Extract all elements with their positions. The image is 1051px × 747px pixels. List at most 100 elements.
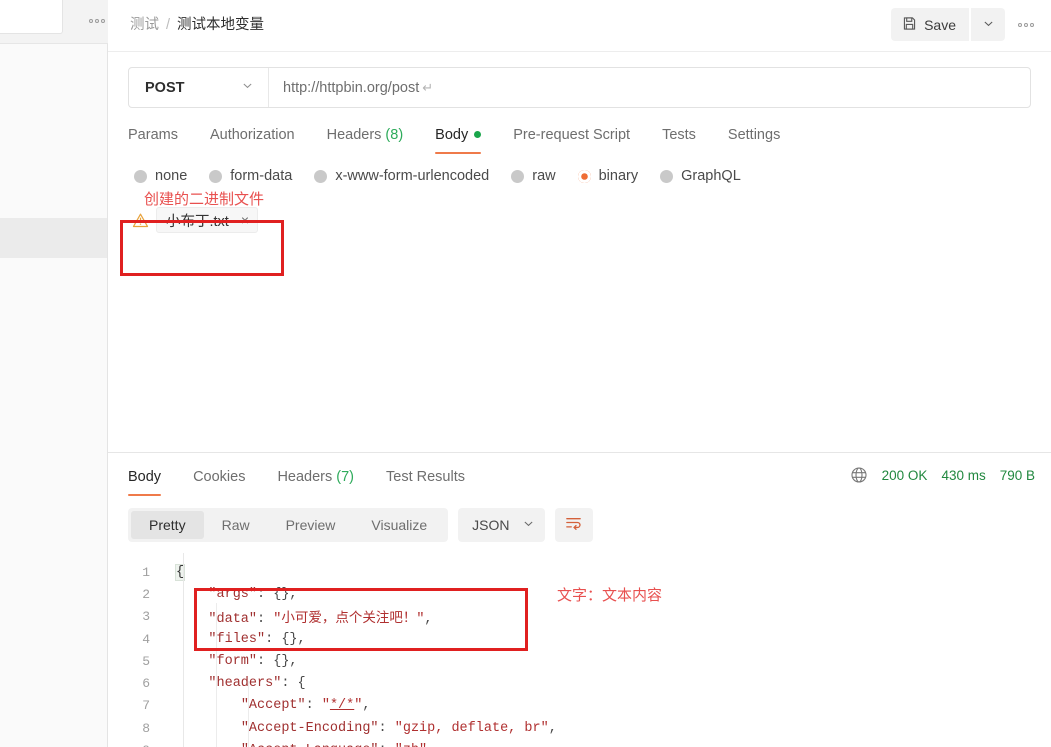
wrap-lines-button[interactable] [554,508,593,542]
annotation-label-data-field: 文字：文本内容 [557,587,663,604]
code-line: 5 "form": {}, [108,650,1051,672]
warning-triangle-icon [132,212,149,229]
code-line: 4 "files": {}, [108,628,1051,650]
tab-settings[interactable]: Settings [712,121,796,154]
body-type-graphql[interactable]: GraphQL [660,168,741,184]
status-code: 200 OK [881,467,928,483]
header-more-icon[interactable] [1011,8,1041,41]
save-button-label: Save [924,16,956,33]
line-content: "files": {}, [208,631,306,647]
http-method-select[interactable]: POST [129,68,269,107]
body-type-x-www-form-urlencoded[interactable]: x-www-form-urlencoded [314,168,489,184]
tab-label: Tests [662,127,696,143]
url-input[interactable]: http://httpbin.org/post ↵ [269,68,1030,107]
globe-icon[interactable] [850,466,868,484]
body-type-label: form-data [230,168,293,184]
radio-icon-selected [577,169,591,183]
gutter-divider [183,553,184,747]
response-tabs: Body Cookies Headers (7) Test Results 20… [108,453,1051,496]
code-line: 1 { [108,561,1051,583]
breadcrumb: 测试 / 测试本地变量 [130,15,264,35]
sidebar-list [0,44,107,747]
sidebar-more-icon[interactable] [86,12,108,30]
wrap-lines-icon [564,513,583,537]
header-actions: Save [891,8,1041,41]
tab-params[interactable]: Params [128,121,194,154]
segment-label: Visualize [371,517,428,533]
chevron-down-icon [522,517,535,533]
segment-label: Pretty [149,517,186,533]
body-type-label: none [155,168,188,184]
save-button[interactable]: Save [891,8,969,41]
line-number: 8 [142,720,150,736]
body-type-raw[interactable]: raw [511,168,556,184]
segment-label: Preview [285,517,336,533]
sidebar-tabstrip [0,0,108,44]
file-name-label: 小布丁.txt [166,213,229,230]
radio-icon [314,169,328,183]
tab-pre-request-script[interactable]: Pre-request Script [497,121,646,154]
code-line: 7 "Accept": "*/*", [108,695,1051,717]
body-type-radio-group: none form-data x-www-form-urlencoded raw… [108,154,1051,184]
http-method-label: POST [145,79,185,96]
save-dropdown-button[interactable] [971,8,1005,41]
line-number: 6 [142,676,150,692]
line-number: 1 [142,564,150,580]
body-type-label: x-www-form-urlencoded [335,168,490,184]
viewer-mode-pretty[interactable]: Pretty [131,511,204,539]
response-format-select[interactable]: JSON [458,508,545,542]
close-icon[interactable]: × [241,213,249,227]
response-format-label: JSON [472,517,510,533]
app-root: 测试 / 测试本地变量 Save POST http://httpbin.org… [0,0,1051,747]
body-type-form-data[interactable]: form-data [209,168,292,184]
body-type-label: binary [598,168,639,184]
tab-count: (7) [336,469,354,485]
code-line: 3 "data": "小可爱，点个关注吧！", [108,606,1051,628]
radio-icon [660,169,674,183]
tab-authorization[interactable]: Authorization [194,121,311,154]
viewer-mode-raw[interactable]: Raw [204,511,268,539]
sidebar [0,0,108,747]
response-body-code[interactable]: 1 { 2 "args": {}, 3 "data": "小可爱，点个关注吧！"… [108,553,1051,747]
response-time: 430 ms [941,467,986,483]
tab-tests[interactable]: Tests [646,121,712,154]
header: 测试 / 测试本地变量 Save [108,0,1051,52]
tab-body[interactable]: Body [419,121,497,154]
line-number: 5 [142,653,150,669]
viewer-mode-visualize[interactable]: Visualize [353,511,445,539]
response-tab-cookies[interactable]: Cookies [177,463,261,496]
tab-headers[interactable]: Headers (8) [311,121,420,154]
indent-guide [248,681,249,747]
response-tab-body[interactable]: Body [128,463,177,496]
line-number: 2 [142,586,150,602]
line-content: "form": {}, [208,653,298,669]
line-content: "headers": { [208,676,306,692]
url-bar: POST http://httpbin.org/post ↵ [128,67,1031,108]
sidebar-item-selected[interactable] [0,218,107,258]
body-type-binary[interactable]: binary [577,168,639,184]
viewer-mode-preview[interactable]: Preview [268,511,354,539]
breadcrumb-current[interactable]: 测试本地变量 [177,17,264,33]
response-tab-headers[interactable]: Headers (7) [261,463,370,496]
chevron-down-icon [982,17,995,33]
breadcrumb-parent[interactable]: 测试 [130,17,159,33]
sidebar-tab[interactable] [0,0,63,34]
wrap-return-glyph: ↵ [422,79,434,95]
line-content: "Accept-Encoding": "gzip, deflate, br", [240,720,557,736]
line-number: 4 [142,631,150,647]
tab-count: (8) [385,127,404,143]
tab-label: Settings [727,127,781,143]
selected-file-chip: 小布丁.txt × [130,206,262,234]
indent-guide [216,603,217,747]
response-tab-test-results[interactable]: Test Results [370,463,481,496]
file-name-pill[interactable]: 小布丁.txt × [156,207,259,233]
annotation-label-binary-file: 创建的二进制文件 [144,191,265,208]
url-text: http://httpbin.org/post [283,79,420,96]
tab-label: Headers [277,469,333,485]
line-number: 3 [142,609,150,625]
code-line: 9 "Accept-Language": "zh", [108,739,1051,747]
radio-icon [134,169,147,183]
viewer-mode-segmented: Pretty Raw Preview Visualize [128,508,449,542]
breadcrumb-separator: / [166,17,171,33]
body-type-none[interactable]: none [134,168,187,184]
